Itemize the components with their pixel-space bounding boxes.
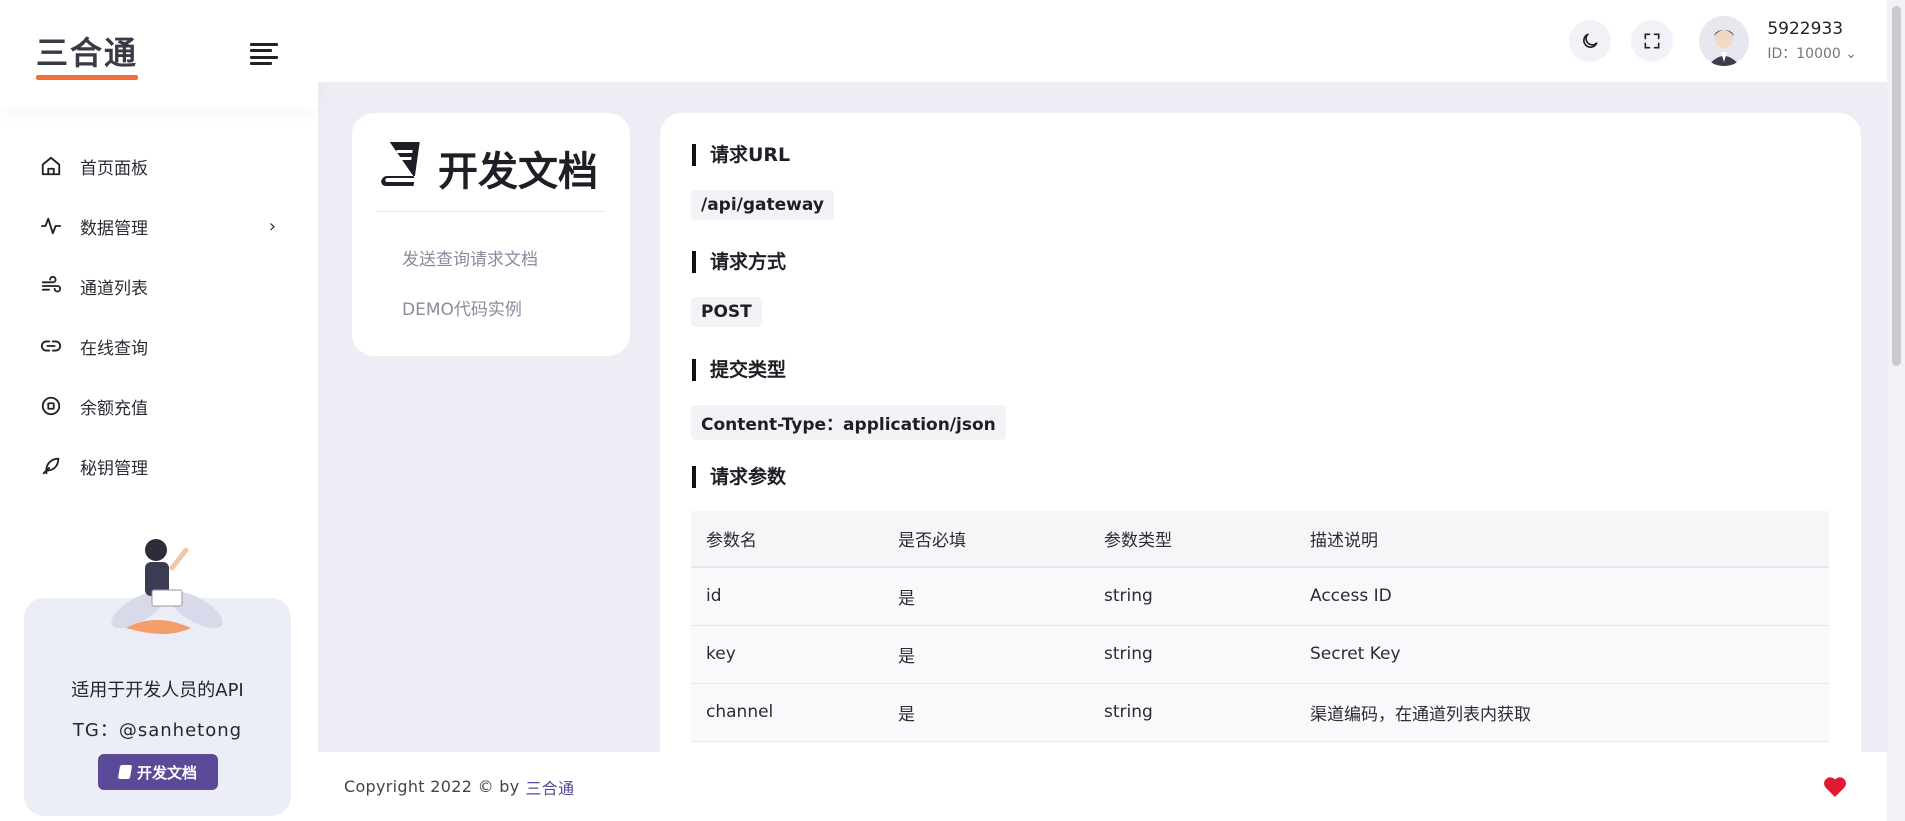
dev-docs-button[interactable]: 开发文档 — [98, 754, 218, 790]
table-cell: 是 — [883, 567, 1089, 626]
table-cell: channel — [691, 683, 883, 742]
sidebar-item-query[interactable]: 在线查询 — [0, 316, 318, 376]
table-row: key 是 string Secret Key — [691, 625, 1829, 684]
promo-title: 适用于开发人员的API — [71, 680, 244, 701]
sidebar-item-label: 首页面板 — [80, 158, 148, 179]
sidebar-item-label: 秘钥管理 — [80, 458, 148, 479]
table-cell: string — [1089, 567, 1295, 626]
book-icon — [380, 140, 424, 196]
column-header: 描述说明 — [1295, 511, 1829, 568]
sidebar-item-dashboard[interactable]: 首页面板 — [0, 136, 318, 196]
divider — [376, 211, 606, 212]
feather-icon — [40, 455, 62, 477]
sidebar-item-label: 通道列表 — [80, 278, 148, 299]
table-cell: key — [691, 625, 883, 684]
username: 5922933 — [1767, 19, 1844, 39]
fullscreen-icon[interactable] — [1631, 20, 1674, 62]
section-title-content-type: 提交类型 — [692, 359, 786, 381]
user-id: ID：10000 ⌄ — [1767, 46, 1857, 62]
activity-icon — [40, 215, 62, 237]
sidebar-item-keys[interactable]: 秘钥管理 — [0, 436, 318, 496]
menu-toggle-icon[interactable] — [250, 43, 278, 65]
promo-telegram: TG：@sanhetong — [72, 720, 243, 741]
chevron-right-icon: › — [268, 215, 276, 237]
sidebar-item-label: 数据管理 — [80, 218, 148, 239]
content-type-value: Content-Type：application/json — [691, 405, 1006, 440]
doc-menu-title: 开发文档 — [380, 139, 598, 197]
section-title-params: 请求参数 — [692, 466, 786, 488]
copyright-text: Copyright 2022 © by — [344, 777, 520, 796]
sidebar: 三合通 首页面板 数据管理 › 通道列表 在线查询 余额充值 秘钥管理 适用于开… — [0, 0, 318, 821]
params-table: 参数名 是否必填 参数类型 描述说明 id 是 string Access ID… — [691, 511, 1829, 742]
table-cell: 渠道编码，在通道列表内获取 — [1295, 683, 1829, 742]
column-header: 参数类型 — [1089, 511, 1295, 568]
heart-icon — [1823, 776, 1847, 801]
section-title-method: 请求方式 — [692, 251, 786, 273]
developer-promo-card: 适用于开发人员的API TG：@sanhetong 开发文档 — [24, 539, 291, 816]
doc-link-demo[interactable]: DEMO代码实例 — [402, 295, 522, 320]
home-icon — [40, 155, 62, 177]
method-value: POST — [691, 297, 762, 327]
brand-bar: 三合通 — [0, 0, 318, 108]
user-avatar[interactable] — [1699, 16, 1750, 66]
developer-illustration — [111, 539, 223, 634]
section-title-url: 请求URL — [692, 144, 790, 166]
table-row: id 是 string Access ID — [691, 567, 1829, 626]
footer-brand-link[interactable]: 三合通 — [525, 775, 574, 799]
table-cell: string — [1089, 683, 1295, 742]
table-cell: 是 — [883, 625, 1089, 684]
column-header: 是否必填 — [883, 511, 1089, 568]
table-cell: id — [691, 567, 883, 626]
table-row: channel 是 string 渠道编码，在通道列表内获取 — [691, 683, 1829, 742]
scrollbar-thumb[interactable] — [1892, 6, 1901, 366]
sidebar-item-recharge[interactable]: 余额充值 — [0, 376, 318, 436]
table-cell: string — [1089, 625, 1295, 684]
dev-docs-button-label: 开发文档 — [136, 763, 197, 782]
table-cell: 是 — [883, 683, 1089, 742]
doc-menu-card: 开发文档 发送查询请求文档 DEMO代码实例 — [352, 113, 630, 356]
sidebar-item-label: 余额充值 — [80, 398, 148, 419]
sidebar-item-label: 在线查询 — [80, 338, 148, 359]
moon-icon[interactable] — [1569, 20, 1612, 62]
app-logo[interactable]: 三合通 — [36, 28, 139, 80]
top-header: 5922933 ID：10000 ⌄ — [318, 0, 1905, 82]
table-header-row: 参数名 是否必填 参数类型 描述说明 — [691, 511, 1829, 568]
footer: Copyright 2022 © by 三合通 — [318, 752, 1887, 821]
table-cell: Secret Key — [1295, 625, 1829, 684]
wind-icon — [40, 275, 62, 297]
coin-icon — [40, 395, 62, 417]
sidebar-item-channels[interactable]: 通道列表 — [0, 256, 318, 316]
doc-menu-title-text: 开发文档 — [438, 149, 598, 195]
doc-link-query[interactable]: 发送查询请求文档 — [402, 245, 538, 270]
sidebar-nav: 首页面板 数据管理 › 通道列表 在线查询 余额充值 秘钥管理 — [0, 108, 318, 496]
book-icon — [117, 765, 133, 779]
sidebar-item-data[interactable]: 数据管理 › — [0, 196, 318, 256]
table-cell: Access ID — [1295, 567, 1829, 626]
doc-content-card: 请求URL /api/gateway 请求方式 POST 提交类型 Conten… — [660, 113, 1861, 753]
url-value: /api/gateway — [691, 190, 834, 220]
column-header: 参数名 — [691, 511, 883, 568]
link-icon — [40, 335, 62, 357]
page-scrollbar[interactable] — [1887, 0, 1905, 821]
user-info[interactable]: 5922933 ID：10000 ⌄ — [1767, 19, 1857, 63]
